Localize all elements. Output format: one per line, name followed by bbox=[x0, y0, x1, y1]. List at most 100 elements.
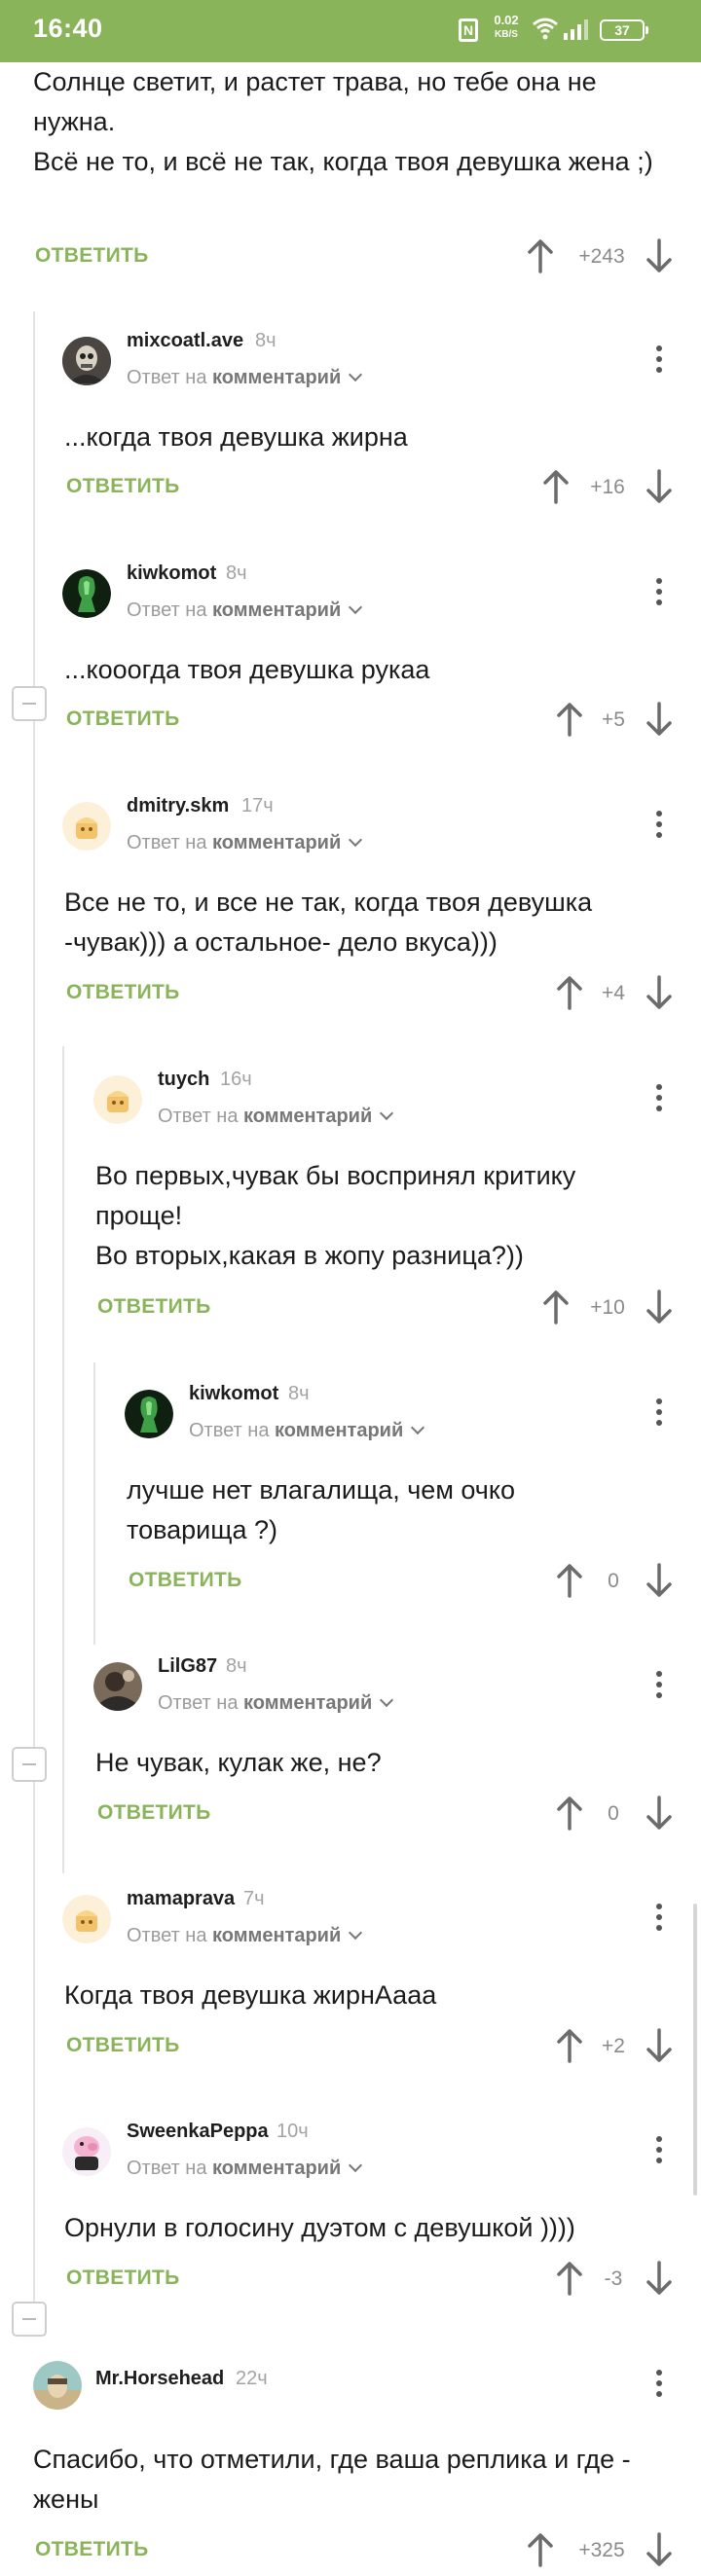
comment-score: +4 bbox=[602, 982, 625, 1004]
more-options-icon[interactable] bbox=[645, 1078, 674, 1117]
chevron-down-icon[interactable] bbox=[349, 599, 363, 615]
more-options-icon[interactable] bbox=[645, 805, 674, 844]
reply-to-link[interactable]: Ответ на комментарий bbox=[127, 1925, 363, 1947]
collapse-thread-button[interactable] bbox=[12, 686, 47, 721]
avatar[interactable] bbox=[93, 1075, 142, 1124]
chevron-down-icon[interactable] bbox=[349, 367, 363, 382]
comment-username[interactable]: dmitry.skm bbox=[127, 795, 229, 817]
comment-time: 17ч bbox=[241, 795, 274, 816]
downvote-arrow-icon[interactable] bbox=[645, 1563, 674, 1598]
downvote-arrow-icon[interactable] bbox=[645, 469, 674, 504]
reply-button[interactable]: ОТВЕТИТЬ bbox=[35, 2538, 149, 2561]
reply-to-comment-link[interactable]: комментарий bbox=[212, 367, 341, 388]
comment-username[interactable]: Mr.Horsehead bbox=[95, 2368, 224, 2390]
chevron-down-icon[interactable] bbox=[411, 1420, 425, 1435]
reply-to-link[interactable]: Ответ на комментарий bbox=[127, 2158, 363, 2180]
upvote-arrow-icon[interactable] bbox=[541, 1289, 571, 1324]
comment-text: лучше нет влагалища, чем очко товарища ?… bbox=[127, 1475, 516, 1544]
comment-score: 0 bbox=[608, 1802, 619, 1825]
reply-button[interactable]: ОТВЕТИТЬ bbox=[97, 1801, 211, 1825]
comment-username[interactable]: kiwkomot bbox=[127, 562, 216, 585]
reply-to-link[interactable]: Ответ на комментарий bbox=[158, 1692, 394, 1715]
more-options-icon[interactable] bbox=[645, 1898, 674, 1937]
downvote-arrow-icon[interactable] bbox=[645, 2028, 674, 2063]
reply-to-link[interactable]: Ответ на комментарий bbox=[127, 832, 363, 854]
upvote-arrow-icon[interactable] bbox=[541, 469, 571, 504]
upvote-arrow-icon[interactable] bbox=[555, 702, 584, 737]
comment-username[interactable]: mixcoatl.ave bbox=[127, 330, 243, 352]
more-options-icon[interactable] bbox=[645, 2130, 674, 2169]
upvote-arrow-icon[interactable] bbox=[526, 2532, 555, 2567]
comment-username[interactable]: kiwkomot bbox=[189, 1383, 278, 1405]
reply-button[interactable]: ОТВЕТИТЬ bbox=[66, 475, 180, 498]
wifi-icon bbox=[533, 18, 558, 40]
downvote-arrow-icon[interactable] bbox=[645, 1289, 674, 1324]
chevron-down-icon[interactable] bbox=[349, 1925, 363, 1941]
reply-to-comment-link[interactable]: комментарий bbox=[212, 2158, 341, 2179]
avatar[interactable] bbox=[62, 569, 111, 618]
comment-username[interactable]: LilG87 bbox=[158, 1655, 217, 1678]
reply-to-link[interactable]: Ответ на комментарий bbox=[189, 1420, 425, 1442]
avatar[interactable] bbox=[62, 2127, 111, 2176]
reply-to-comment-link[interactable]: комментарий bbox=[212, 599, 341, 621]
reply-button[interactable]: ОТВЕТИТЬ bbox=[66, 981, 180, 1004]
reply-to-comment-link[interactable]: комментарий bbox=[275, 1420, 403, 1441]
avatar[interactable] bbox=[125, 1390, 173, 1438]
reply-to-comment-link[interactable]: комментарий bbox=[243, 1692, 372, 1714]
upvote-arrow-icon[interactable] bbox=[555, 1796, 584, 1831]
upvote-arrow-icon[interactable] bbox=[555, 2261, 584, 2296]
reply-button[interactable]: ОТВЕТИТЬ bbox=[97, 1295, 211, 1319]
reply-to-comment-link[interactable]: комментарий bbox=[212, 832, 341, 853]
reply-to-link[interactable]: Ответ на комментарий bbox=[127, 599, 363, 622]
avatar[interactable] bbox=[93, 1662, 142, 1711]
upvote-arrow-icon[interactable] bbox=[555, 2028, 584, 2063]
comment-score: +243 bbox=[578, 245, 625, 268]
downvote-arrow-icon[interactable] bbox=[645, 1796, 674, 1831]
more-options-icon[interactable] bbox=[645, 572, 674, 611]
comment-username[interactable]: tuych bbox=[158, 1069, 209, 1091]
reply-button[interactable]: ОТВЕТИТЬ bbox=[66, 2034, 180, 2057]
reply-to-comment-link[interactable]: комментарий bbox=[212, 1925, 341, 1946]
avatar[interactable] bbox=[62, 337, 111, 385]
upvote-arrow-icon[interactable] bbox=[555, 1563, 584, 1598]
comment-time: 10ч bbox=[277, 2121, 309, 2142]
comment-username[interactable]: mamaprava bbox=[127, 1888, 235, 1910]
collapse-thread-button[interactable] bbox=[12, 1747, 47, 1782]
upvote-arrow-icon[interactable] bbox=[526, 238, 555, 273]
chevron-down-icon[interactable] bbox=[380, 1106, 394, 1121]
avatar[interactable] bbox=[33, 2361, 82, 2410]
signal-icon bbox=[564, 19, 588, 40]
downvote-arrow-icon[interactable] bbox=[645, 2261, 674, 2296]
comment-text: Орнули в голосину дуэтом с девушкой )))) bbox=[64, 2213, 575, 2242]
reply-button[interactable]: ОТВЕТИТЬ bbox=[129, 1569, 242, 1592]
more-options-icon[interactable] bbox=[645, 1393, 674, 1432]
reply-to-link[interactable]: Ответ на комментарий bbox=[127, 367, 363, 389]
downvote-arrow-icon[interactable] bbox=[645, 975, 674, 1010]
battery-icon: 37 bbox=[600, 19, 648, 41]
chevron-down-icon[interactable] bbox=[349, 2158, 363, 2173]
more-options-icon[interactable] bbox=[645, 2364, 674, 2403]
collapse-thread-button[interactable] bbox=[12, 2302, 47, 2337]
scrollbar[interactable] bbox=[693, 1904, 697, 2195]
avatar[interactable] bbox=[62, 802, 111, 851]
reply-button[interactable]: ОТВЕТИТЬ bbox=[35, 244, 149, 268]
reply-to-comment-link[interactable]: комментарий bbox=[243, 1106, 372, 1127]
comment-time: 8ч bbox=[226, 1655, 247, 1677]
more-options-icon[interactable] bbox=[645, 1665, 674, 1704]
comment-score: 0 bbox=[608, 1570, 619, 1592]
reply-to-link[interactable]: Ответ на комментарий bbox=[158, 1106, 394, 1128]
network-speed-unit: KB/S bbox=[495, 29, 518, 40]
chevron-down-icon[interactable] bbox=[349, 832, 363, 848]
comment-text: Солнце светит, и растет трава, но тебе о… bbox=[33, 67, 653, 176]
downvote-arrow-icon[interactable] bbox=[645, 702, 674, 737]
more-options-icon[interactable] bbox=[645, 340, 674, 379]
downvote-arrow-icon[interactable] bbox=[645, 238, 674, 273]
chevron-down-icon[interactable] bbox=[380, 1692, 394, 1708]
comment-text: ...кооогда твоя девушка рукаа bbox=[64, 655, 430, 684]
reply-button[interactable]: ОТВЕТИТЬ bbox=[66, 2267, 180, 2290]
upvote-arrow-icon[interactable] bbox=[555, 975, 584, 1010]
downvote-arrow-icon[interactable] bbox=[645, 2532, 674, 2567]
reply-button[interactable]: ОТВЕТИТЬ bbox=[66, 707, 180, 731]
avatar[interactable] bbox=[62, 1895, 111, 1943]
comment-username[interactable]: SweenkaPeppa bbox=[127, 2121, 269, 2143]
